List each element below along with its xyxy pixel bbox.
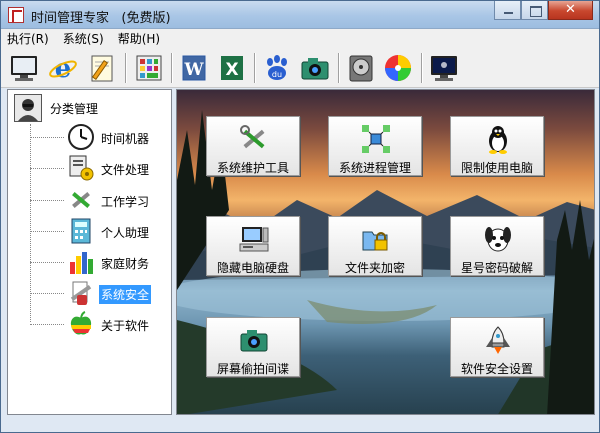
internet-explorer-icon[interactable]: e <box>46 51 80 85</box>
menu-help[interactable]: 帮助(H) <box>118 30 160 47</box>
camera-icon[interactable] <box>298 51 332 85</box>
software-security-settings-button[interactable]: 软件安全设置 <box>450 317 544 377</box>
toolbar-separator <box>125 53 127 83</box>
toolbar: e W X du <box>1 48 599 88</box>
disc-drive-icon[interactable] <box>344 51 378 85</box>
system-process-manager-button[interactable]: 系统进程管理 <box>328 116 422 176</box>
tile-label: 系统维护工具 <box>216 161 289 175</box>
tree-item-label: 文件处理 <box>101 163 150 177</box>
close-button[interactable]: ✕ <box>548 1 593 20</box>
tile-label: 隐藏电脑硬盘 <box>216 261 289 275</box>
minimize-button[interactable] <box>494 1 521 20</box>
security-tools-icon <box>66 278 96 308</box>
bar-chart-icon <box>66 247 96 277</box>
svg-text:e: e <box>55 54 72 84</box>
wrench-screwdriver-icon <box>237 123 271 155</box>
tree-item-about[interactable]: 关于软件 <box>30 309 170 339</box>
clock-icon <box>66 122 96 152</box>
title-bar[interactable]: 时间管理专家 (免费版) ✕ <box>1 1 599 29</box>
tools-icon <box>66 185 96 215</box>
tree-item-family-finance[interactable]: 家庭财务 <box>30 247 170 277</box>
tree-item-work-study[interactable]: 工作学习 <box>30 185 170 215</box>
folder-lock-icon <box>359 223 393 255</box>
svg-text:du: du <box>272 70 282 79</box>
cd-rainbow-icon[interactable] <box>381 51 415 85</box>
tree-item-label: 系统安全 <box>99 285 152 304</box>
svg-text:W: W <box>183 60 204 80</box>
screen-spy-button[interactable]: 屏幕偷拍间谍 <box>206 317 300 377</box>
app-window: 时间管理专家 (免费版) ✕ 执行(R) 系统(S) 帮助(H) e W X d… <box>0 0 600 433</box>
process-network-icon <box>359 123 393 155</box>
tree-item-label: 个人助理 <box>101 226 150 240</box>
monitor-icon[interactable] <box>7 51 41 85</box>
word-icon[interactable]: W <box>177 51 211 85</box>
dog-icon <box>481 223 515 255</box>
baidu-paw-icon[interactable]: du <box>260 51 294 85</box>
tree-item-label: 工作学习 <box>101 195 150 209</box>
tile-label: 限制使用电脑 <box>460 161 533 175</box>
toolbar-separator <box>254 53 256 83</box>
toolbar-separator <box>338 53 340 83</box>
tree-item-label: 家庭财务 <box>101 257 150 271</box>
tile-label: 文件夹加密 <box>344 261 405 275</box>
rocket-icon <box>481 324 515 356</box>
category-tree: 分类管理 时间机器 文件处理 工作学习 个人助理 家庭财务 系统安全 关于软件 <box>7 89 172 415</box>
excel-icon[interactable]: X <box>215 51 249 85</box>
tile-label: 星号密码破解 <box>460 261 533 275</box>
content-panel: 系统维护工具 系统进程管理 限制使用电脑 隐藏电脑硬盘 文件夹加密 星号密码破解… <box>176 89 595 415</box>
close-icon: ✕ <box>565 2 576 17</box>
display-icon[interactable] <box>427 51 461 85</box>
folder-encrypt-button[interactable]: 文件夹加密 <box>328 216 422 276</box>
tile-label: 屏幕偷拍间谍 <box>216 362 289 376</box>
app-logo-icon <box>8 7 24 23</box>
tree-item-label: 关于软件 <box>101 319 150 333</box>
tree-item-personal-assistant[interactable]: 个人助理 <box>30 216 170 246</box>
svg-text:X: X <box>225 60 238 80</box>
hide-disk-button[interactable]: 隐藏电脑硬盘 <box>206 216 300 276</box>
tree-root-label[interactable]: 分类管理 <box>50 100 98 117</box>
toolbar-separator <box>421 53 423 83</box>
notepad-pencil-icon[interactable] <box>85 51 119 85</box>
calculator-panel-icon[interactable] <box>132 51 166 85</box>
restrict-computer-use-button[interactable]: 限制使用电脑 <box>450 116 544 176</box>
maximize-button[interactable] <box>521 1 548 20</box>
tree-item-file-processing[interactable]: 文件处理 <box>30 153 170 183</box>
password-crack-button[interactable]: 星号密码破解 <box>450 216 544 276</box>
window-title: 时间管理专家 (免费版) <box>31 11 171 26</box>
penguin-icon <box>481 123 515 155</box>
window-footer <box>1 417 599 432</box>
tile-label: 软件安全设置 <box>460 362 533 376</box>
menu-bar: 执行(R) 系统(S) 帮助(H) <box>1 29 599 48</box>
spy-camera-icon <box>237 324 271 356</box>
window-controls: ✕ <box>494 1 593 20</box>
tree-item-label: 时间机器 <box>101 132 150 146</box>
system-maintenance-tool-button[interactable]: 系统维护工具 <box>206 116 300 176</box>
tile-label: 系统进程管理 <box>338 161 411 175</box>
file-gear-icon <box>66 153 96 183</box>
tree-item-time-machine[interactable]: 时间机器 <box>30 122 170 152</box>
computer-hdd-icon <box>237 223 271 255</box>
menu-system[interactable]: 系统(S) <box>63 30 104 47</box>
menu-run[interactable]: 执行(R) <box>7 30 49 47</box>
toolbar-separator <box>171 53 173 83</box>
tree-item-system-security[interactable]: 系统安全 <box>30 278 170 308</box>
apple-icon <box>66 309 96 339</box>
category-root-icon[interactable] <box>14 94 42 122</box>
calculator-icon <box>66 216 96 246</box>
